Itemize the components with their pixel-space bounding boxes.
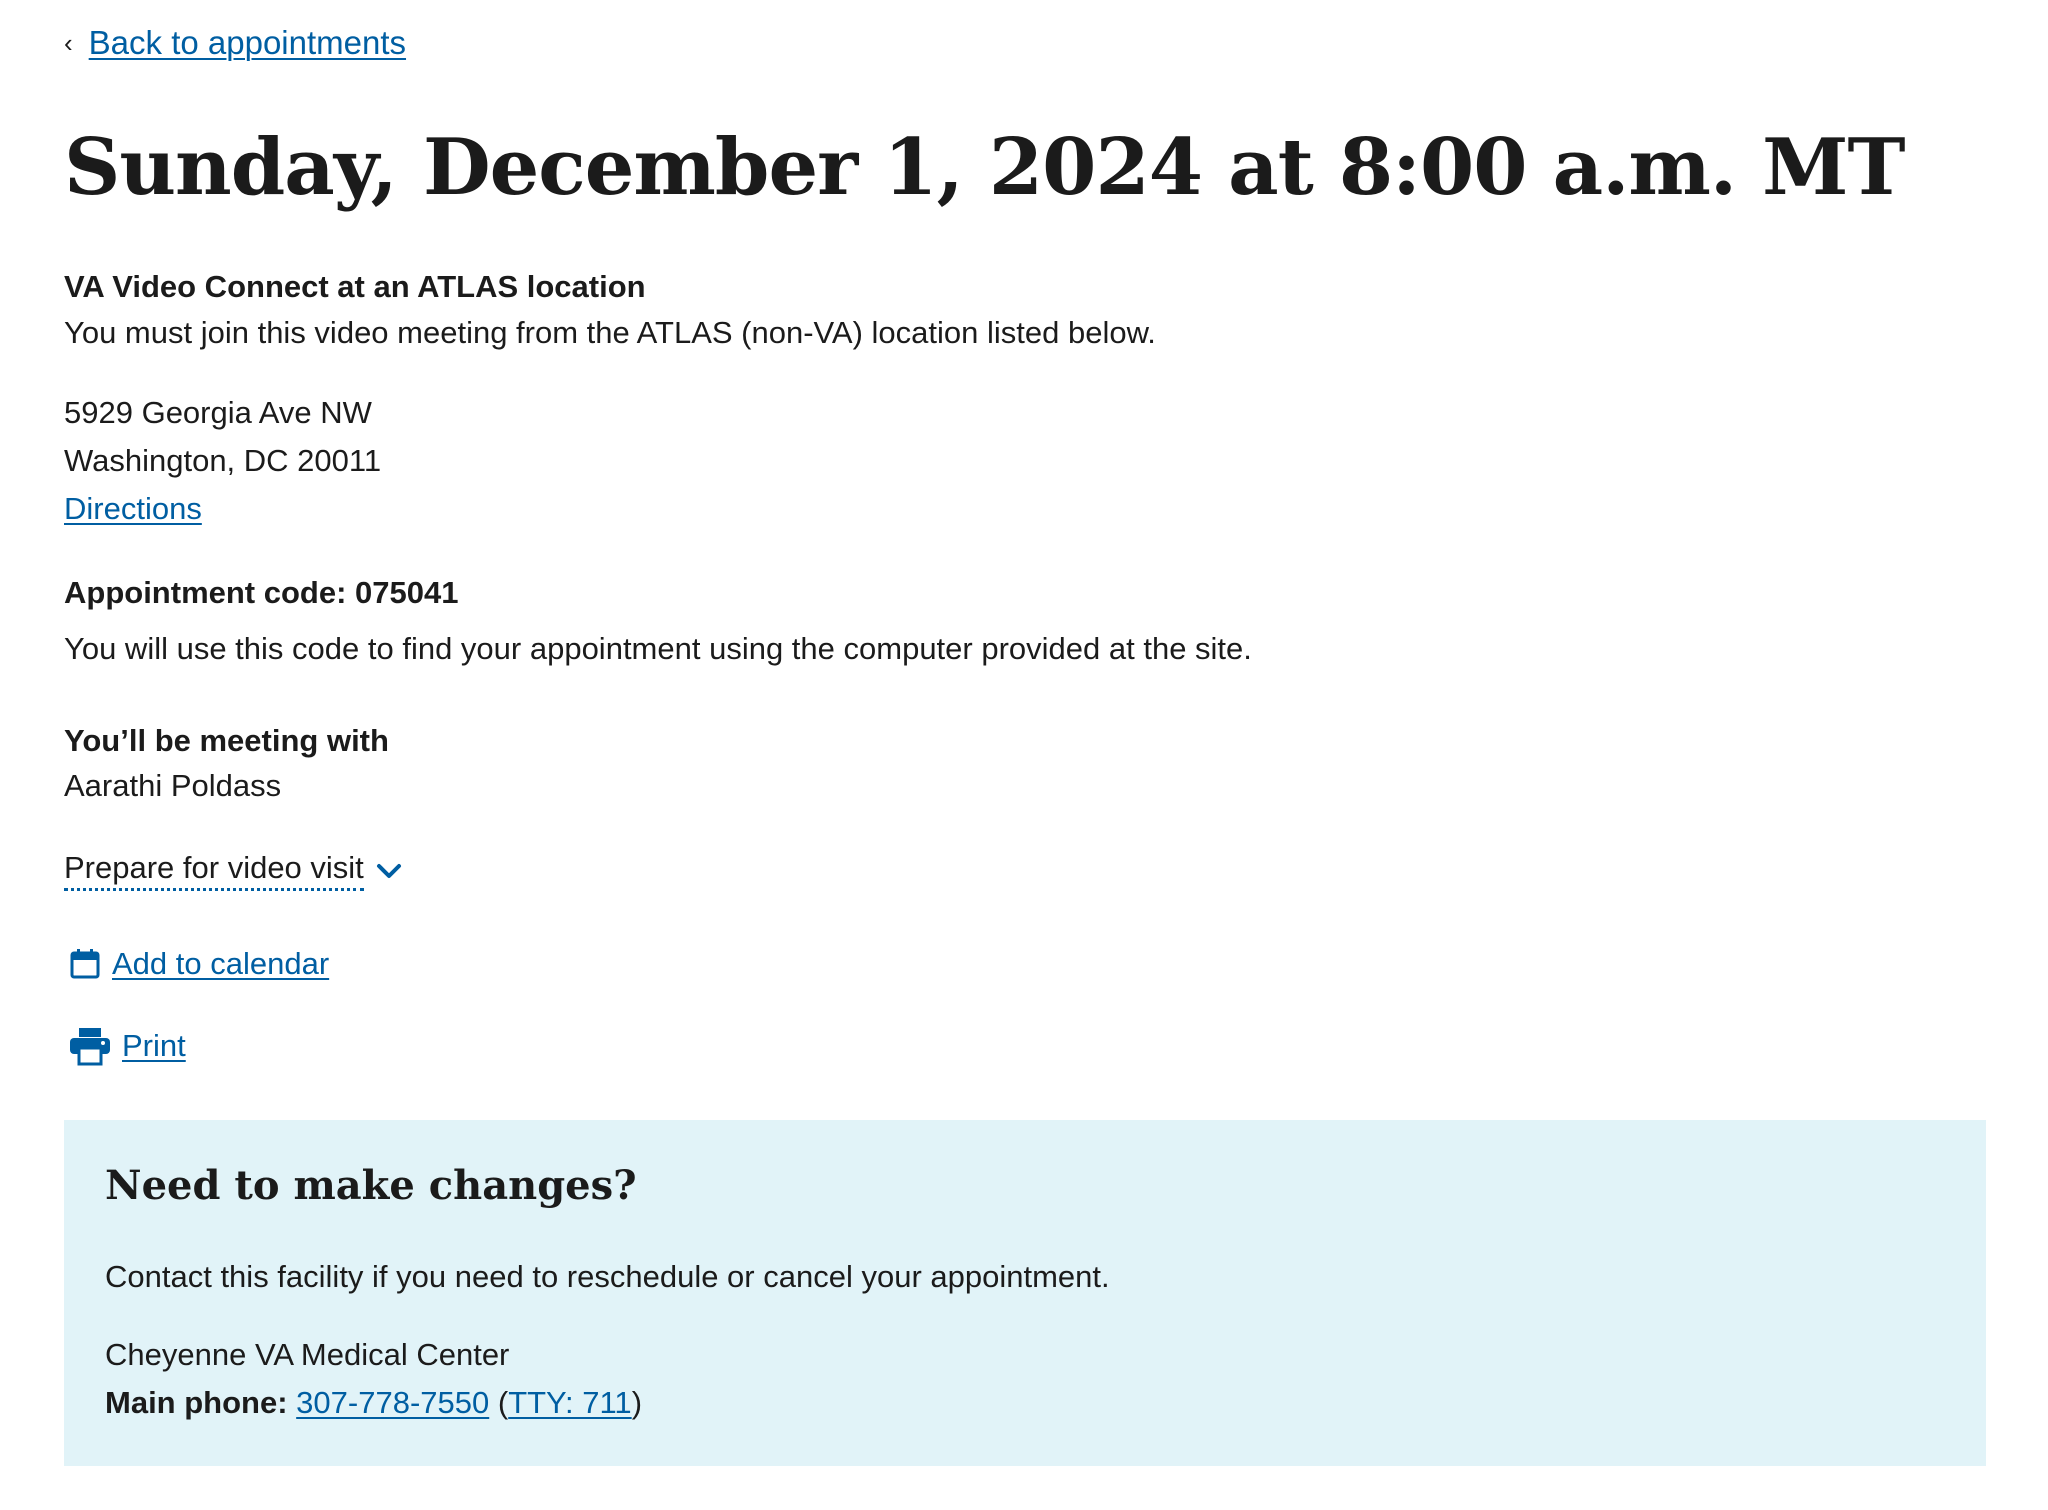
- directions-link[interactable]: Directions: [64, 491, 202, 526]
- need-changes-panel: Need to make changes? Contact this facil…: [64, 1120, 1986, 1466]
- tty-open-paren: (: [497, 1385, 509, 1420]
- chevron-left-icon: ‹: [64, 28, 73, 58]
- back-link-row: ‹ Back to appointments: [64, 24, 406, 62]
- facility-name: Cheyenne VA Medical Center: [105, 1337, 510, 1372]
- calendar-icon: [68, 947, 102, 981]
- print-row: Print: [68, 1026, 186, 1066]
- prepare-for-video-visit-label: Prepare for video visit: [64, 850, 364, 891]
- add-to-calendar-row: Add to calendar: [68, 946, 329, 982]
- meeting-with-title: You’ll be meeting with: [64, 723, 389, 758]
- back-to-appointments-link[interactable]: Back to appointments: [89, 24, 406, 62]
- need-changes-description: Contact this facility if you need to res…: [105, 1259, 1110, 1294]
- need-changes-heading: Need to make changes?: [105, 1162, 637, 1209]
- add-to-calendar-link[interactable]: Add to calendar: [112, 946, 329, 982]
- appointment-code-description: You will use this code to find your appo…: [64, 631, 1252, 666]
- directions-row: Directions: [64, 486, 202, 532]
- tty-close-paren: ): [631, 1385, 643, 1420]
- tty-link[interactable]: TTY: 711: [508, 1385, 632, 1420]
- provider-name: Aarathi Poldass: [64, 768, 282, 803]
- page-title: Sunday, December 1, 2024 at 8:00 a.m. MT: [64, 122, 1906, 213]
- main-phone-link[interactable]: 307-778-7550: [296, 1385, 489, 1420]
- appointment-code: Appointment code: 075041: [64, 575, 459, 610]
- address-line-1: 5929 Georgia Ave NW: [64, 395, 372, 430]
- chevron-down-icon: [376, 862, 402, 880]
- appointment-type-title: VA Video Connect at an ATLAS location: [64, 269, 646, 304]
- printer-icon: [68, 1026, 112, 1066]
- address-line-2: Washington, DC 20011: [64, 443, 382, 478]
- prepare-for-video-visit-toggle[interactable]: Prepare for video visit: [64, 850, 402, 891]
- appointment-type-description: You must join this video meeting from th…: [64, 315, 1156, 350]
- main-phone-label: Main phone:: [105, 1385, 288, 1420]
- facility-phone-row: Main phone: 307-778-7550 (TTY: 711): [105, 1380, 642, 1426]
- print-link[interactable]: Print: [122, 1028, 186, 1064]
